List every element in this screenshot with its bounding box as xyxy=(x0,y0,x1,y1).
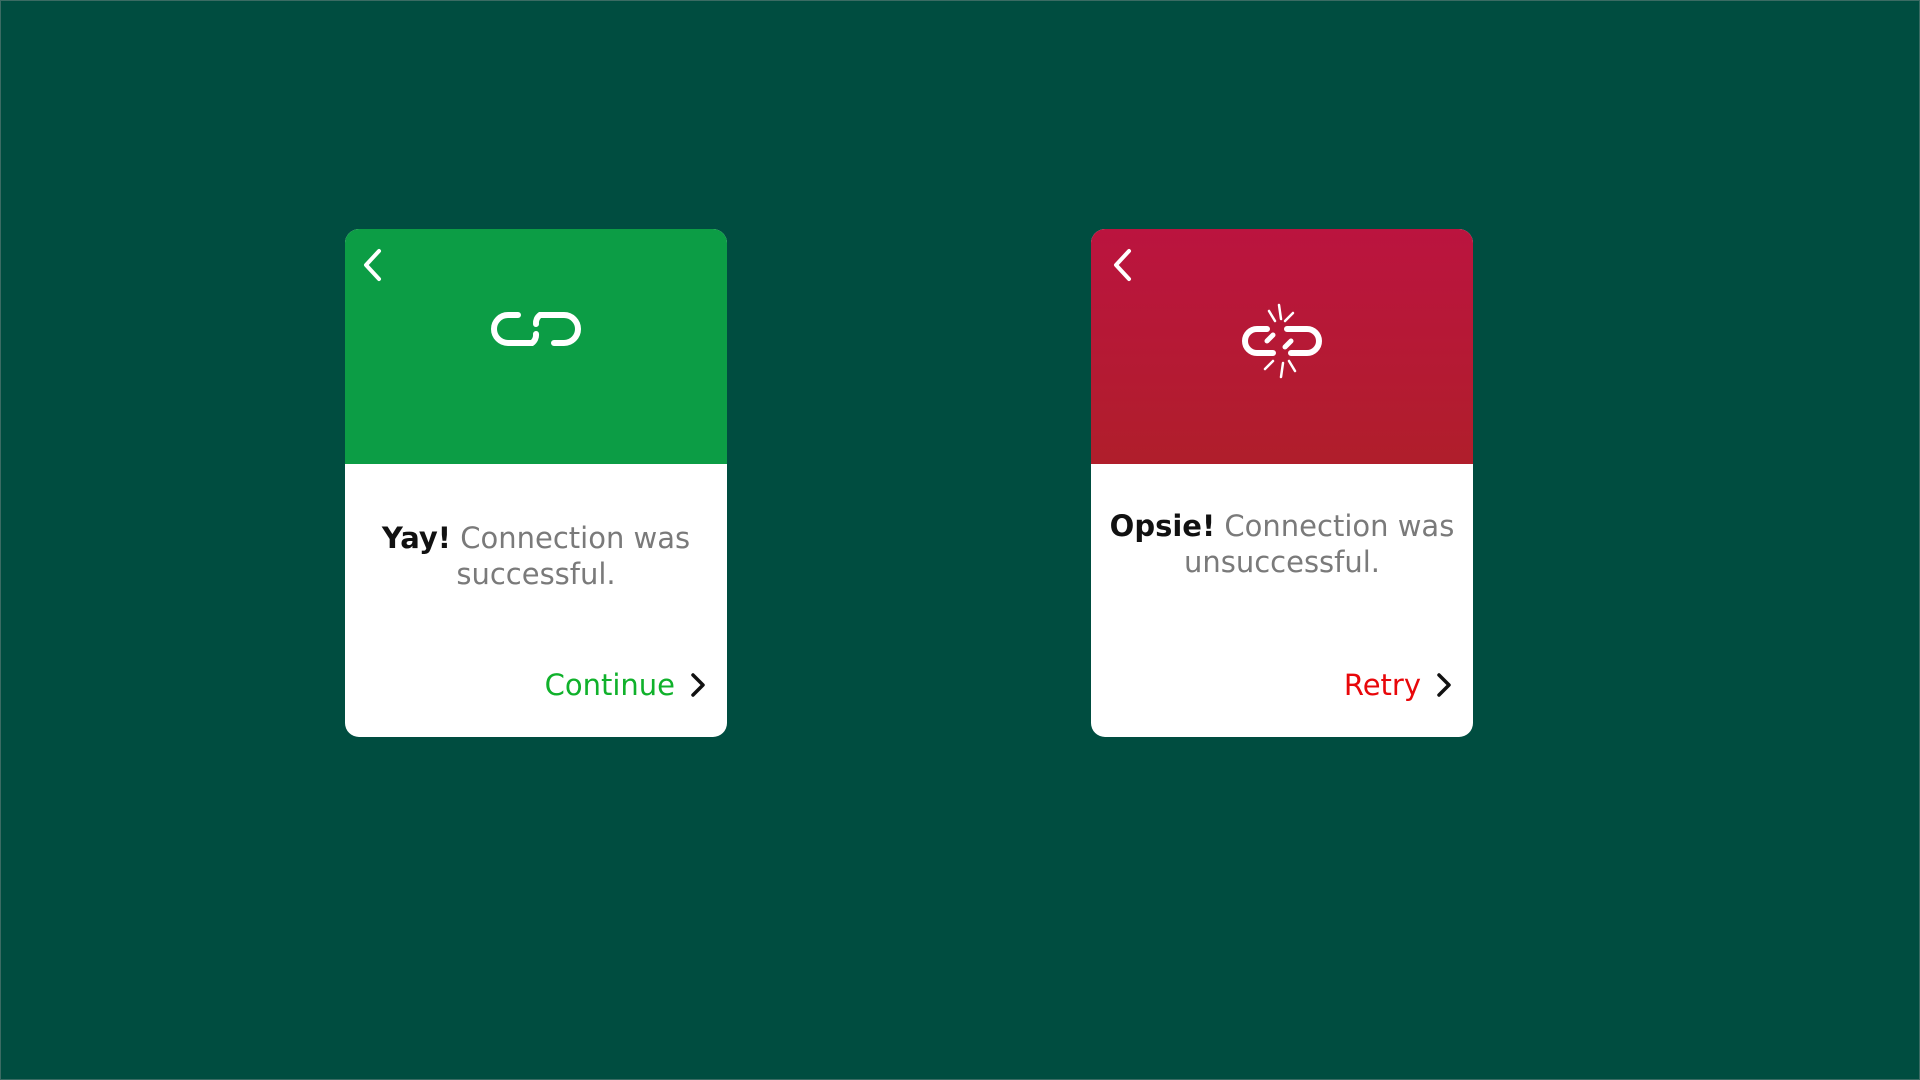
link-icon xyxy=(491,312,581,346)
failure-card-header xyxy=(1091,229,1473,464)
continue-label: Continue xyxy=(544,668,675,702)
screen-frame xyxy=(0,0,1920,1080)
success-lead: Yay! xyxy=(381,521,452,555)
retry-label: Retry xyxy=(1343,668,1421,702)
failure-message: Opsie! Connection was unsuccessful. xyxy=(1091,508,1473,580)
chevron-left-icon xyxy=(364,249,381,281)
retry-button[interactable]: Retry xyxy=(1344,667,1453,703)
broken-link-icon xyxy=(1242,303,1322,379)
chevron-right-icon xyxy=(689,671,707,699)
chevron-right-icon xyxy=(1435,671,1453,699)
failure-lead: Opsie! xyxy=(1109,509,1216,543)
success-message: Yay! Connection was successful. xyxy=(345,520,727,592)
failure-card: Opsie! Connection was unsuccessful. Retr… xyxy=(1091,229,1473,737)
success-card-header xyxy=(345,229,727,464)
success-card: Yay! Connection was successful. Continue xyxy=(345,229,727,737)
continue-button[interactable]: Continue xyxy=(545,667,707,703)
failure-message-text: Connection was unsuccessful. xyxy=(1183,509,1455,579)
success-card-body: Yay! Connection was successful. Continue xyxy=(345,464,727,737)
success-message-text: Connection was successful. xyxy=(456,521,691,591)
failure-card-body: Opsie! Connection was unsuccessful. Retr… xyxy=(1091,464,1473,737)
back-button[interactable] xyxy=(355,243,391,287)
back-button[interactable] xyxy=(1105,243,1141,287)
chevron-left-icon xyxy=(1114,249,1131,281)
